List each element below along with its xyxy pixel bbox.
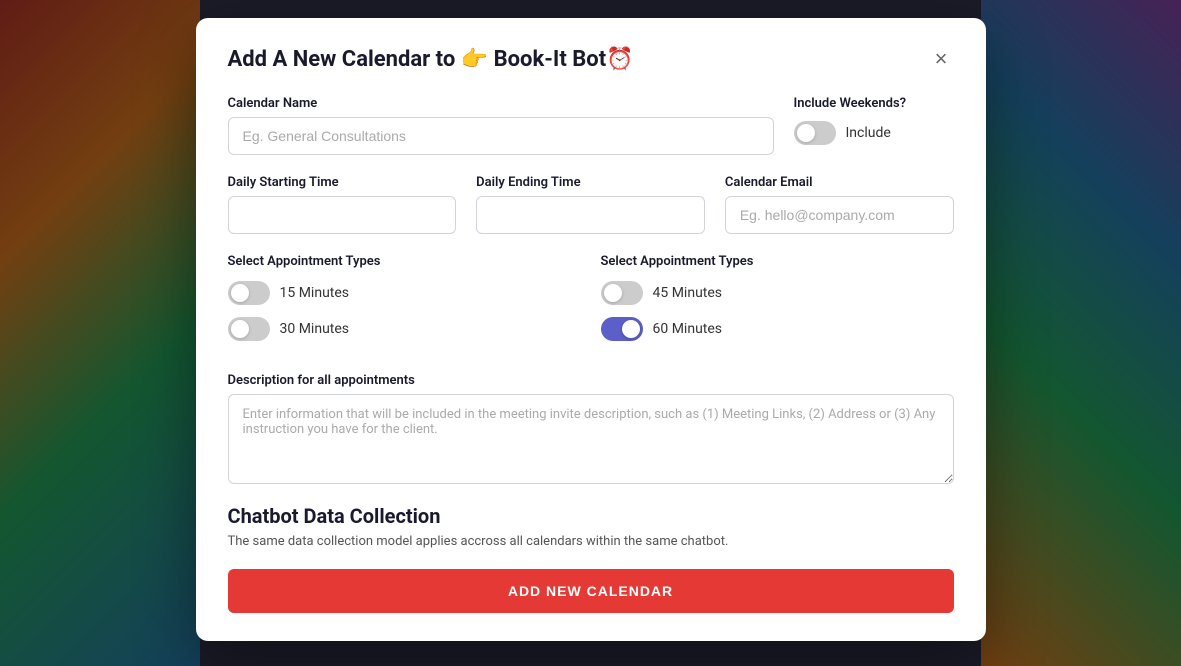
slider-45min bbox=[601, 281, 643, 305]
daily-start-label: Daily Starting Time bbox=[228, 175, 457, 190]
daily-start-input[interactable]: 9:00 AM bbox=[228, 196, 457, 234]
include-weekends-toggle-group: Include bbox=[794, 121, 954, 145]
appointment-types-section: Select Appointment Types 15 Minutes 30 M… bbox=[228, 254, 954, 353]
chatbot-data-section: Chatbot Data Collection The same data co… bbox=[228, 504, 954, 549]
add-calendar-modal: Add A New Calendar to 👉 Book-It Bot⏰ × C… bbox=[196, 18, 986, 641]
appt-types-right: Select Appointment Types 45 Minutes 60 M… bbox=[601, 254, 954, 353]
appt-types-left: Select Appointment Types 15 Minutes 30 M… bbox=[228, 254, 581, 353]
appt-types-right-title: Select Appointment Types bbox=[601, 254, 954, 269]
description-label: Description for all appointments bbox=[228, 373, 954, 388]
toggle-15min[interactable] bbox=[228, 281, 270, 305]
include-weekends-toggle[interactable] bbox=[794, 121, 836, 145]
row-calendar-name-weekends: Calendar Name Include Weekends? Include bbox=[228, 96, 954, 155]
toggle-45min[interactable] bbox=[601, 281, 643, 305]
slider-60min bbox=[601, 317, 643, 341]
calendar-name-group: Calendar Name bbox=[228, 96, 774, 155]
calendar-email-group: Calendar Email bbox=[725, 175, 954, 234]
daily-end-group: Daily Ending Time 4:00 PM bbox=[476, 175, 705, 234]
modal-header: Add A New Calendar to 👉 Book-It Bot⏰ × bbox=[228, 46, 954, 72]
calendar-email-label: Calendar Email bbox=[725, 175, 954, 190]
appt-option-45: 45 Minutes bbox=[601, 281, 954, 305]
appt-option-15: 15 Minutes bbox=[228, 281, 581, 305]
close-modal-button[interactable]: × bbox=[929, 46, 954, 72]
toggle-30min[interactable] bbox=[228, 317, 270, 341]
include-weekends-label: Include Weekends? bbox=[794, 96, 954, 111]
add-new-calendar-button[interactable]: ADD NEW CALENDAR bbox=[228, 569, 954, 613]
label-45min: 45 Minutes bbox=[653, 285, 723, 301]
chatbot-section-title: Chatbot Data Collection bbox=[228, 504, 954, 528]
calendar-name-input[interactable] bbox=[228, 117, 774, 155]
modal-overlay: Add A New Calendar to 👉 Book-It Bot⏰ × C… bbox=[0, 0, 1181, 666]
calendar-name-label: Calendar Name bbox=[228, 96, 774, 111]
daily-start-group: Daily Starting Time 9:00 AM bbox=[228, 175, 457, 234]
toggle-slider-weekends bbox=[794, 121, 836, 145]
row-times-email: Daily Starting Time 9:00 AM Daily Ending… bbox=[228, 175, 954, 234]
include-label: Include bbox=[846, 125, 891, 141]
label-60min: 60 Minutes bbox=[653, 321, 723, 337]
appt-option-30: 30 Minutes bbox=[228, 317, 581, 341]
include-weekends-group: Include Weekends? Include bbox=[794, 96, 954, 145]
appt-option-60: 60 Minutes bbox=[601, 317, 954, 341]
label-30min: 30 Minutes bbox=[280, 321, 350, 337]
toggle-60min[interactable] bbox=[601, 317, 643, 341]
calendar-email-input[interactable] bbox=[725, 196, 954, 234]
appt-types-left-title: Select Appointment Types bbox=[228, 254, 581, 269]
label-15min: 15 Minutes bbox=[280, 285, 350, 301]
slider-30min bbox=[228, 317, 270, 341]
daily-end-label: Daily Ending Time bbox=[476, 175, 705, 190]
description-group: Description for all appointments bbox=[228, 373, 954, 484]
description-textarea[interactable] bbox=[228, 394, 954, 484]
slider-15min bbox=[228, 281, 270, 305]
chatbot-section-desc: The same data collection model applies a… bbox=[228, 534, 954, 549]
modal-title: Add A New Calendar to 👉 Book-It Bot⏰ bbox=[228, 47, 634, 72]
daily-end-input[interactable]: 4:00 PM bbox=[476, 196, 705, 234]
